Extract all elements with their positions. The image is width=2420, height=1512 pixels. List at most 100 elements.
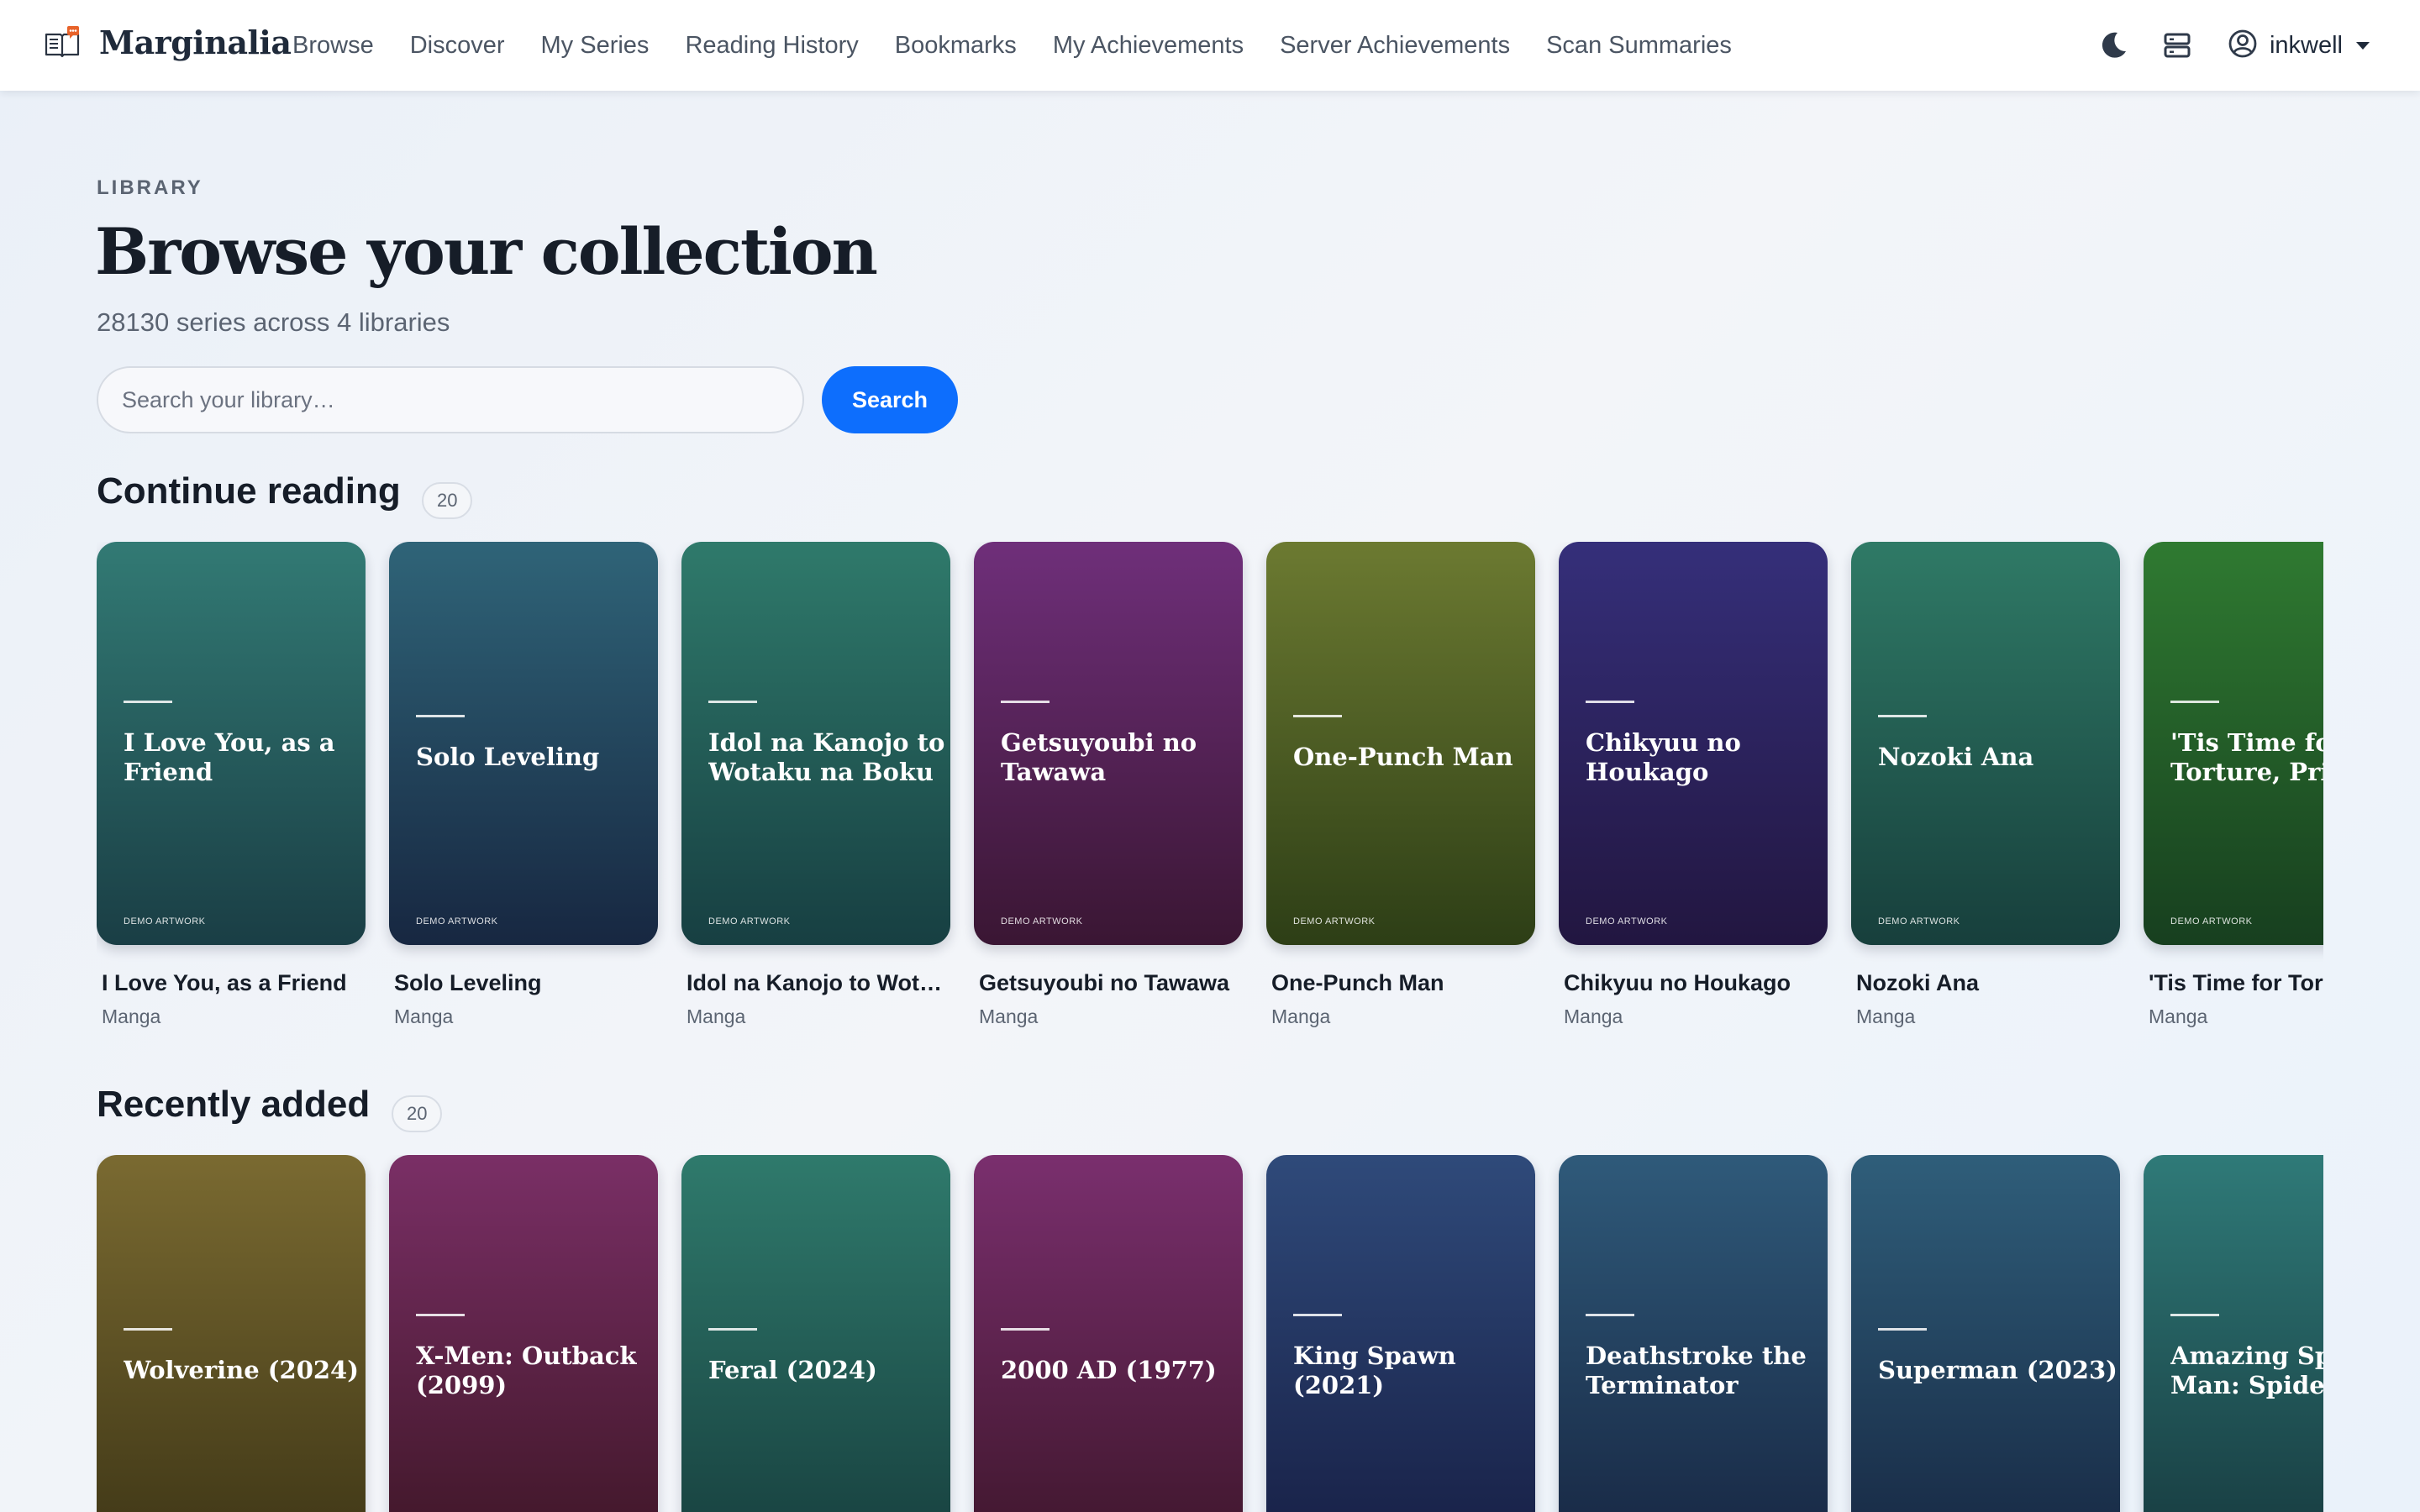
cover-title: Solo Leveling: [416, 743, 600, 771]
cover-rule: [1001, 1328, 1050, 1331]
open-book-icon: [44, 24, 81, 61]
series-cover[interactable]: Solo Leveling DEMO ARTWORK: [389, 542, 658, 945]
search-input[interactable]: [97, 366, 804, 433]
series-cover[interactable]: Amazing Spider-Man: Spider-Versity (2026…: [2144, 1155, 2323, 1512]
user-circle-icon: [2228, 29, 2258, 63]
cover-text-block: I Love You, as a Friend: [97, 700, 366, 787]
cover-rule: [708, 1328, 757, 1331]
page-subtitle: 28130 series across 4 libraries: [97, 307, 450, 337]
user-menu[interactable]: inkwell: [2228, 29, 2370, 63]
nav-link-scan-summaries[interactable]: Scan Summaries: [1546, 32, 1732, 60]
cover-rule: [2170, 1313, 2219, 1316]
page-title: Browse your collection: [95, 214, 878, 289]
cover-content: Getsuyoubi no Tawawa: [974, 542, 1243, 945]
series-cover[interactable]: Superman (2023): [1851, 1155, 2120, 1512]
series-title[interactable]: Getsuyoubi no Tawawa: [979, 970, 1239, 996]
series-cover[interactable]: Getsuyoubi no Tawawa DEMO ARTWORK: [974, 542, 1243, 945]
nav-link-my-achievements[interactable]: My Achievements: [1053, 32, 1244, 60]
cover-rule: [416, 715, 465, 717]
search-button[interactable]: Search: [822, 366, 958, 433]
cover-rule: [1586, 700, 1634, 703]
server-icon[interactable]: [2160, 29, 2194, 62]
user-name: inkwell: [2269, 31, 2343, 59]
cover-rule: [2170, 700, 2219, 703]
moon-icon[interactable]: [2096, 29, 2130, 62]
nav-link-my-series[interactable]: My Series: [541, 32, 650, 60]
cover-title: One-Punch Man: [1293, 743, 1513, 771]
cover-content: 2000 AD (1977): [974, 1155, 1243, 1512]
cover-rule: [1878, 1328, 1927, 1331]
recently-added-count-badge: 20: [392, 1095, 443, 1132]
series-title[interactable]: Idol na Kanojo to Wota…: [687, 970, 947, 996]
series-cover[interactable]: Idol na Kanojo to Wotaku na Boku to DEMO …: [681, 542, 950, 945]
series-type: Manga: [1856, 1005, 1916, 1027]
nav-link-browse[interactable]: Browse: [292, 32, 374, 60]
cover-title: Deathstroke the Terminator (2026): [1586, 1341, 1807, 1399]
series-cover[interactable]: I Love You, as a Friend DEMO ARTWORK: [97, 542, 366, 945]
series-title[interactable]: 'Tis Time for Torture, Princess: [2149, 970, 2323, 996]
series-cover[interactable]: Chikyuu no Houkago DEMO ARTWORK: [1559, 542, 1828, 945]
brand[interactable]: Marginalia: [44, 24, 292, 61]
nav-links: Browse Discover My Series Reading Histor…: [292, 0, 1768, 91]
recently-added-rail: Wolverine (2024) X-Men: Outback (2099) Fer…: [97, 1155, 2323, 1512]
cover-title: Chikyuu no Houkago: [1586, 727, 1741, 786]
cover-text-block: X-Men: Outback (2099): [389, 1313, 658, 1400]
series-cover[interactable]: Wolverine (2024): [97, 1155, 366, 1512]
continue-reading-count-badge: 20: [422, 482, 473, 519]
series-title[interactable]: Chikyuu no Houkago: [1564, 970, 1824, 996]
cover-title: 'Tis Time for Torture, Princess: [2170, 727, 2323, 786]
series-cover[interactable]: King Spawn (2021): [1266, 1155, 1535, 1512]
demo-artwork-label: DEMO ARTWORK: [1001, 916, 1083, 927]
top-navbar: Marginalia Browse Discover My Series Rea…: [0, 0, 2420, 91]
cover-text-block: Solo Leveling: [389, 715, 658, 772]
cover-rule: [1001, 700, 1050, 703]
series-title[interactable]: Nozoki Ana: [1856, 970, 2117, 996]
series-title[interactable]: I Love You, as a Friend: [102, 970, 362, 996]
series-cover[interactable]: 2000 AD (1977): [974, 1155, 1243, 1512]
cover-text-block: Idol na Kanojo to Wotaku na Boku to: [681, 700, 950, 787]
series-type: Manga: [979, 1005, 1039, 1027]
cover-text-block: Chikyuu no Houkago: [1559, 700, 1828, 787]
cover-text-block: One-Punch Man: [1266, 715, 1535, 772]
cover-title: Feral (2024): [708, 1356, 877, 1384]
nav-link-server-achievements[interactable]: Server Achievements: [1280, 32, 1510, 60]
nav-link-discover[interactable]: Discover: [410, 32, 505, 60]
section-title-continue-reading: Continue reading: [97, 470, 401, 512]
cover-content: One-Punch Man: [1266, 542, 1535, 945]
cover-rule: [124, 700, 172, 703]
cover-content: King Spawn (2021): [1266, 1155, 1535, 1512]
cover-title: Nozoki Ana: [1878, 743, 2034, 771]
cover-content: Nozoki Ana: [1851, 542, 2120, 945]
section-title-recently-added: Recently added: [97, 1084, 371, 1125]
cover-content: I Love You, as a Friend: [97, 542, 366, 945]
cover-rule: [1878, 715, 1927, 717]
cover-text-block: King Spawn (2021): [1266, 1313, 1535, 1400]
cover-content: X-Men: Outback (2099): [389, 1155, 658, 1512]
cover-title: Amazing Spider-Man: Spider-Versity (2026…: [2170, 1341, 2323, 1399]
cover-title: Getsuyoubi no Tawawa: [1001, 727, 1197, 786]
series-type: Manga: [394, 1005, 454, 1027]
nav-link-reading-history[interactable]: Reading History: [685, 32, 858, 60]
series-cover[interactable]: Nozoki Ana DEMO ARTWORK: [1851, 542, 2120, 945]
demo-artwork-label: DEMO ARTWORK: [708, 916, 791, 927]
cover-content: Deathstroke the Terminator (2026): [1559, 1155, 1828, 1512]
series-cover[interactable]: 'Tis Time for Torture, Princess DEMO ARTW…: [2144, 542, 2323, 945]
series-type: Manga: [687, 1005, 746, 1027]
cover-title: Idol na Kanojo to Wotaku na Boku to: [708, 727, 945, 786]
cover-title: X-Men: Outback (2099): [416, 1341, 637, 1399]
cover-content: 'Tis Time for Torture, Princess: [2144, 542, 2323, 945]
cover-content: Chikyuu no Houkago: [1559, 542, 1828, 945]
series-cover[interactable]: X-Men: Outback (2099): [389, 1155, 658, 1512]
series-title[interactable]: Solo Leveling: [394, 970, 655, 996]
cover-content: Wolverine (2024): [97, 1155, 366, 1512]
series-cover[interactable]: Deathstroke the Terminator (2026): [1559, 1155, 1828, 1512]
cover-text-block: Amazing Spider-Man: Spider-Versity (2026…: [2144, 1313, 2323, 1400]
chevron-down-icon: [2356, 41, 2370, 50]
demo-artwork-label: DEMO ARTWORK: [1878, 916, 1960, 927]
cover-content: Superman (2023): [1851, 1155, 2120, 1512]
nav-link-bookmarks[interactable]: Bookmarks: [895, 32, 1017, 60]
series-cover[interactable]: Feral (2024): [681, 1155, 950, 1512]
cover-title: I Love You, as a Friend: [124, 727, 335, 786]
series-title[interactable]: One-Punch Man: [1271, 970, 1532, 996]
series-cover[interactable]: One-Punch Man DEMO ARTWORK: [1266, 542, 1535, 945]
